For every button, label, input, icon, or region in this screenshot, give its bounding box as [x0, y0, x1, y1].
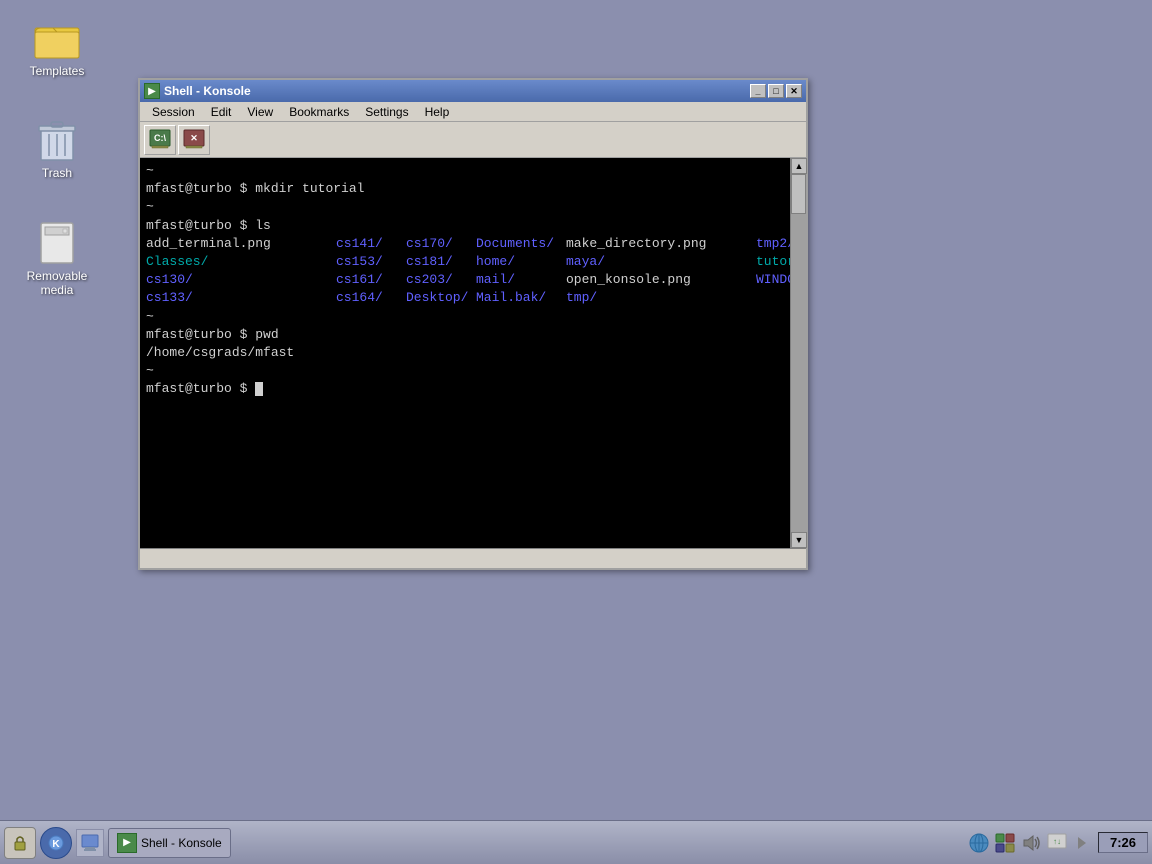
- terminal-scrollbar[interactable]: ▲ ▼: [790, 158, 806, 548]
- toolbar-close-session[interactable]: ✕: [178, 125, 210, 155]
- konsole-title-icon: ▶: [144, 83, 160, 99]
- menu-settings[interactable]: Settings: [357, 104, 416, 120]
- menubar: Session Edit View Bookmarks Settings Hel…: [140, 102, 806, 122]
- close-button[interactable]: ✕: [786, 84, 802, 98]
- apps-icon[interactable]: [994, 832, 1016, 854]
- konsole-titlebar: ▶ Shell - Konsole _ □ ✕: [140, 80, 806, 102]
- system-tray: ↑↓ 7:26: [968, 832, 1148, 854]
- taskbar-konsole-button[interactable]: ▶ Shell - Konsole: [108, 828, 231, 858]
- menu-help[interactable]: Help: [417, 104, 458, 120]
- svg-text:✕: ✕: [190, 133, 198, 143]
- desktop-icon-removable[interactable]: Removable media: [17, 215, 97, 301]
- scroll-track[interactable]: [791, 174, 806, 532]
- desktop-icon-templates[interactable]: Templates: [17, 10, 97, 82]
- window-controls: _ □ ✕: [750, 84, 802, 98]
- taskbar: K ▶ Shell - Konsole: [0, 820, 1152, 864]
- toolbar-new-session[interactable]: C:\: [144, 125, 176, 155]
- volume-icon[interactable]: [1020, 832, 1042, 854]
- scroll-down[interactable]: ▼: [791, 532, 807, 548]
- menu-edit[interactable]: Edit: [203, 104, 240, 120]
- arrow-right-icon[interactable]: [1072, 832, 1094, 854]
- terminal-area[interactable]: ~ mfast@turbo $ mkdir tutorial ~ mfast@t…: [140, 158, 806, 548]
- scroll-thumb[interactable]: [791, 174, 806, 214]
- taskbar-konsole-icon: ▶: [117, 833, 137, 853]
- start-button[interactable]: K: [40, 827, 72, 859]
- konsole-window: ▶ Shell - Konsole _ □ ✕ Session Edit Vie…: [138, 78, 808, 570]
- trash-icon: [33, 116, 81, 164]
- minimize-button[interactable]: _: [750, 84, 766, 98]
- maximize-button[interactable]: □: [768, 84, 784, 98]
- network-arrows-icon[interactable]: ↑↓: [1046, 832, 1068, 854]
- removable-label: Removable media: [27, 269, 88, 297]
- konsole-statusbar: [140, 548, 806, 568]
- folder-icon: [33, 14, 81, 62]
- taskbar-app-label: Shell - Konsole: [141, 836, 222, 850]
- network-icon[interactable]: [968, 832, 990, 854]
- lock-button[interactable]: [4, 827, 36, 859]
- desktop-icon-trash[interactable]: Trash: [17, 112, 97, 184]
- trash-label: Trash: [42, 166, 72, 180]
- toolbar: C:\ ✕: [140, 122, 806, 158]
- terminal-output: ~ mfast@turbo $ mkdir tutorial ~ mfast@t…: [140, 158, 790, 548]
- removable-media-icon: [33, 219, 81, 267]
- menu-view[interactable]: View: [239, 104, 281, 120]
- taskbar-desktop-button[interactable]: [76, 829, 104, 857]
- scroll-up[interactable]: ▲: [791, 158, 807, 174]
- svg-text:C:\: C:\: [154, 133, 166, 143]
- clock: 7:26: [1098, 832, 1148, 853]
- menu-session[interactable]: Session: [144, 104, 203, 120]
- svg-text:K: K: [52, 839, 60, 850]
- desktop: Templates Trash: [0, 0, 1152, 820]
- svg-text:↑↓: ↑↓: [1053, 837, 1061, 846]
- konsole-title-text: Shell - Konsole: [164, 84, 750, 98]
- menu-bookmarks[interactable]: Bookmarks: [281, 104, 357, 120]
- templates-label: Templates: [30, 64, 85, 78]
